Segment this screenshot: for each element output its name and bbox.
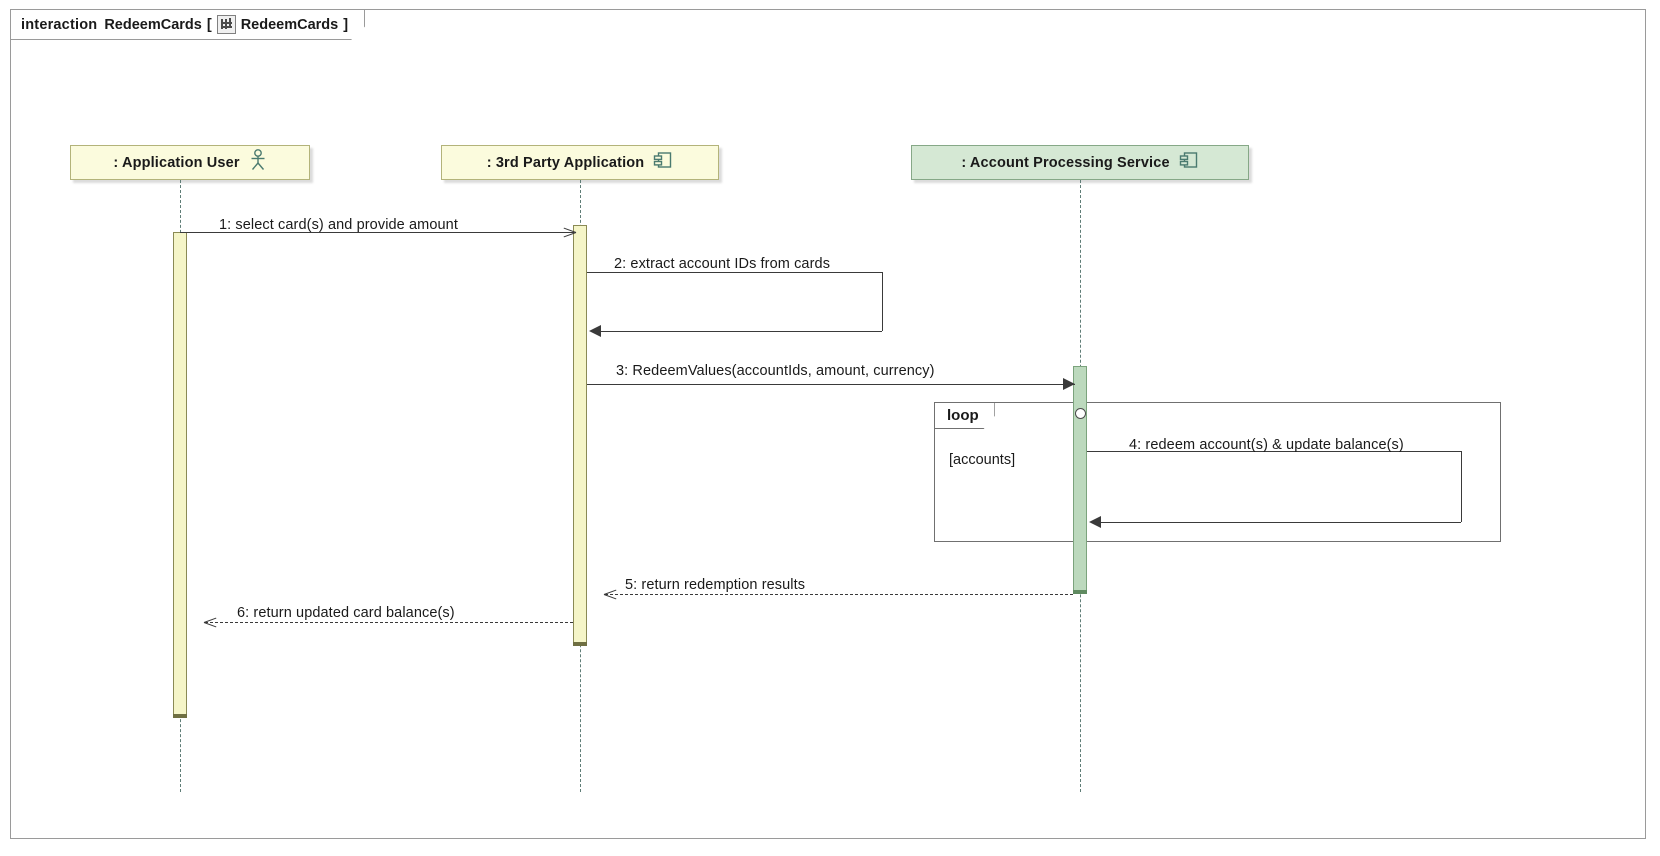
message-2-line-back: [600, 331, 882, 332]
message-3-receive-point: [1075, 408, 1086, 419]
message-4-arrowhead: [1089, 516, 1101, 528]
message-4-line-down: [1461, 451, 1462, 522]
actor-stick-figure-icon: [249, 149, 267, 176]
lifeline-label-account-processing-service: : Account Processing Service: [961, 154, 1170, 171]
activation-end-application-user: [173, 714, 187, 718]
message-2-label: 2: extract account IDs from cards: [614, 256, 831, 272]
frame-name: RedeemCards: [104, 16, 202, 33]
loop-operator-tag: loop: [935, 403, 995, 429]
activation-application-user: [173, 232, 187, 718]
message-2-line-out: [587, 272, 882, 273]
component-icon: [653, 150, 673, 175]
frame-bracket-open: [: [206, 16, 212, 33]
message-2-arrowhead: [589, 325, 601, 337]
activation-account-processing-service: [1073, 366, 1087, 594]
message-5-label: 5: return redemption results: [625, 577, 806, 593]
frame-name-tag: interaction RedeemCards [ RedeemCards ]: [11, 10, 365, 40]
activation-end-account-processing-service: [1073, 590, 1087, 594]
loop-combined-fragment: loop: [934, 402, 1501, 542]
frame-diagram-name: RedeemCards: [240, 16, 339, 33]
message-3-arrowhead: [1063, 378, 1075, 390]
lifeline-head-application-user[interactable]: : Application User: [70, 145, 310, 180]
loop-guard-condition: [accounts]: [949, 452, 1016, 468]
message-1-label: 1: select card(s) and provide amount: [219, 217, 458, 233]
message-3-line: [587, 384, 1075, 385]
message-4-label: 4: redeem account(s) & update balance(s): [1129, 437, 1404, 453]
lifeline-head-account-processing-service[interactable]: : Account Processing Service: [911, 145, 1249, 180]
activation-third-party-application: [573, 225, 587, 646]
message-4-line-back: [1100, 522, 1461, 523]
component-icon: [1179, 150, 1199, 175]
message-3-label: 3: RedeemValues(accountIds, amount, curr…: [616, 363, 935, 379]
interaction-diagram-frame: interaction RedeemCards [ RedeemCards ] …: [10, 9, 1646, 839]
loop-operator-label: loop: [947, 407, 979, 424]
lifeline-label-third-party-application: : 3rd Party Application: [486, 154, 645, 171]
frame-bracket-close: ]: [343, 16, 349, 33]
activation-end-third-party-application: [573, 642, 587, 646]
interaction-diagram-icon: [217, 15, 236, 34]
lifeline-label-application-user: : Application User: [113, 154, 240, 171]
message-2-line-down: [882, 272, 883, 331]
message-5-line: [605, 594, 1073, 595]
message-6-line: [205, 622, 573, 623]
frame-keyword: interaction: [21, 16, 98, 33]
message-6-label: 6: return updated card balance(s): [237, 605, 455, 621]
lifeline-head-third-party-application[interactable]: : 3rd Party Application: [441, 145, 719, 180]
